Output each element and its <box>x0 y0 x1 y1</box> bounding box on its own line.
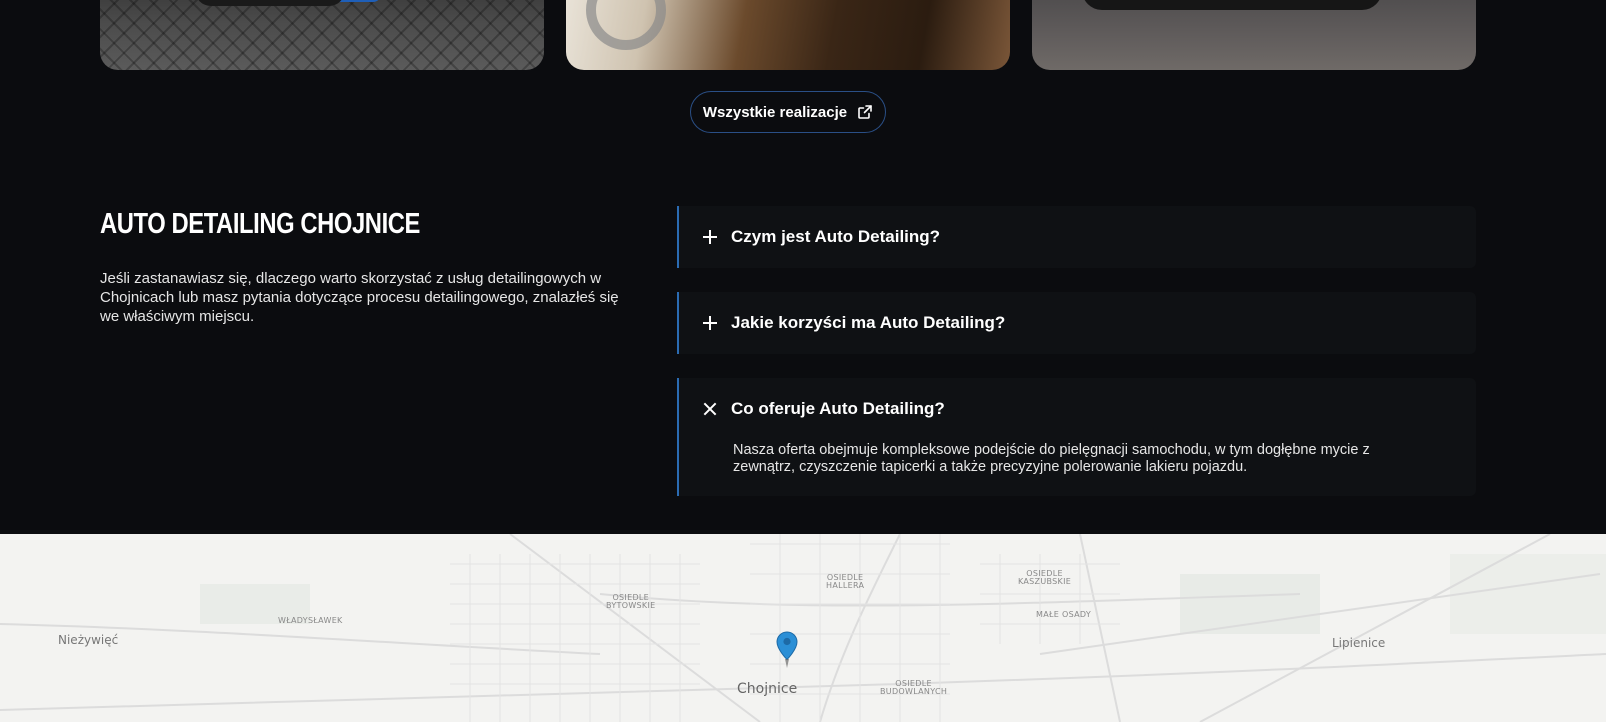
all-realizations-button[interactable]: Wszystkie realizacje <box>690 91 886 133</box>
gallery-image-car-interior[interactable] <box>566 0 1010 70</box>
map-label-lipienice: Lipienice <box>1332 636 1386 650</box>
map-label-wladyslawek: WŁADYSŁAWEK <box>278 616 343 625</box>
map-pin-icon[interactable] <box>776 631 798 669</box>
map-roads <box>0 534 1606 722</box>
faq-item-expanded: Co oferuje Auto Detailing? Nasza oferta … <box>677 378 1476 496</box>
faq-item: Jakie korzyści ma Auto Detailing? <box>677 292 1476 354</box>
map-label-chojnice: Chojnice <box>737 681 798 697</box>
faq-question: Jakie korzyści ma Auto Detailing? <box>731 313 1006 332</box>
location-map[interactable]: Nieżywięć WŁADYSŁAWEK OSIEDLE BYTOWSKIE … <box>0 534 1606 722</box>
faq-question-button[interactable]: Czym jest Auto Detailing? <box>679 206 1476 268</box>
plus-icon <box>703 230 717 244</box>
gallery-image-car-exterior[interactable] <box>100 0 544 70</box>
faq-answer: Nasza oferta obejmuje kompleksowe podejś… <box>733 442 1370 475</box>
faq-question-button[interactable]: Co oferuje Auto Detailing? <box>679 378 1476 440</box>
realizations-gallery <box>100 0 1476 70</box>
faq-question: Czym jest Auto Detailing? <box>731 227 941 246</box>
map-label-budowlanych: OSIEDLE BUDOWLANYCH <box>880 679 948 697</box>
all-realizations-label: Wszystkie realizacje <box>702 103 848 121</box>
gallery-image-car-dark[interactable] <box>1032 0 1476 70</box>
faq-item: Czym jest Auto Detailing? <box>677 206 1476 268</box>
faq-question: Co oferuje Auto Detailing? <box>731 399 945 418</box>
map-label-bytowskie: OSIEDLE BYTOWSKIE <box>606 593 656 611</box>
faq-question-button[interactable]: Jakie korzyści ma Auto Detailing? <box>679 292 1476 354</box>
close-icon <box>703 402 717 416</box>
external-link-icon <box>858 105 872 119</box>
faq-description: Jeśli zastanawiasz się, dlaczego warto s… <box>100 270 619 325</box>
map-label-kaszubskie: OSIEDLE KASZUBSKIE <box>1018 569 1072 587</box>
map-label-hallera: OSIEDLE HALLERA <box>826 573 865 591</box>
map-label-niezywiec: Nieżywięć <box>58 633 119 647</box>
faq-title: AUTO DETAILING CHOJNICE <box>100 208 420 240</box>
map-label-male-osady: MAŁE OSADY <box>1036 610 1092 619</box>
plus-icon <box>703 316 717 330</box>
